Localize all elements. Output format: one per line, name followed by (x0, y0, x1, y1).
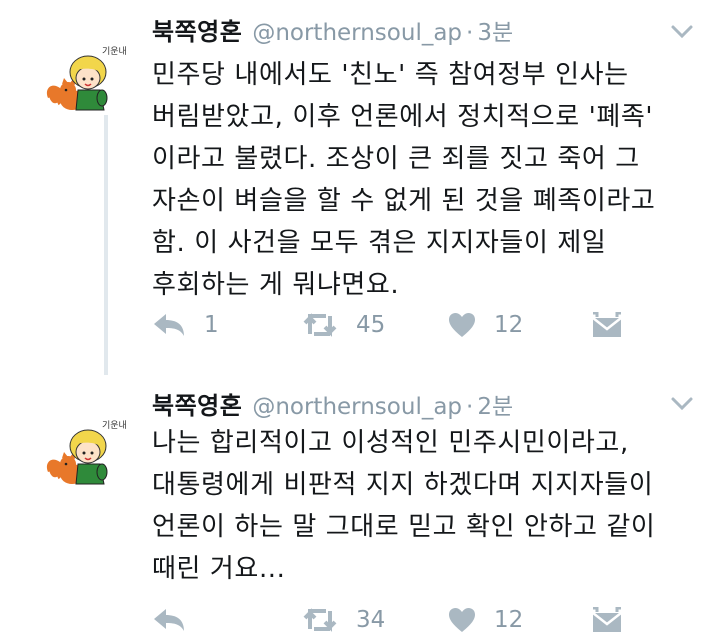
tweet-line: 버림받았고, 이후 언론에서 정치적으로 '폐족' (152, 102, 654, 132)
reply-icon (154, 609, 184, 631)
tweet-line: 민주당 내에서도 '친노' 즉 참여정부 인사는 (152, 60, 629, 90)
chevron-down-icon[interactable] (670, 396, 694, 412)
tweet-line: 후회하는 게 뭐냐면요. (152, 270, 400, 300)
tweet-line: 나는 합리적이고 이성적인 민주시민이라고, (152, 428, 629, 458)
author-name[interactable]: 북쪽영혼 (152, 18, 242, 46)
separator: · (466, 394, 474, 420)
tweet-line: 이라고 불렸다. 조상이 큰 죄를 짓고 죽어 그 (152, 144, 640, 174)
tweet-header: 북쪽영혼 @northernsoul_ap · 3분 (152, 12, 513, 48)
tweet-actions: 1 45 12 (152, 305, 682, 345)
tweet: 기운내 북쪽영혼 @northernsoul_ap · 2분 나는 합리적이고 이성적… (0, 372, 720, 644)
avatar[interactable]: 기운내 (42, 38, 127, 118)
reply-icon (154, 314, 184, 336)
tweet-actions: 34 12 (152, 600, 682, 640)
timestamp[interactable]: 2분 (477, 394, 513, 420)
chevron-down-icon[interactable] (670, 24, 694, 40)
direct-message-button[interactable] (592, 305, 622, 345)
retweet-count: 34 (356, 607, 386, 633)
retweet-button[interactable]: 34 (302, 600, 385, 640)
tweet-line: 때린 거요... (152, 554, 286, 584)
tweet: 기운내 북쪽영혼 @northernsoul_ap · 3분 민주당 내에서도 '친노… (0, 0, 720, 375)
like-icon (449, 313, 475, 337)
thread-connector-line (104, 115, 108, 375)
like-count: 12 (494, 607, 524, 633)
retweet-button[interactable]: 45 (302, 305, 385, 345)
like-button[interactable]: 12 (448, 305, 523, 345)
author-handle[interactable]: @northernsoul_ap (252, 20, 462, 46)
reply-button[interactable] (152, 600, 204, 640)
tweet-header: 북쪽영혼 @northernsoul_ap · 2분 (152, 386, 513, 422)
timestamp[interactable]: 3분 (477, 20, 513, 46)
direct-message-button[interactable] (592, 600, 622, 640)
tweet-text: 민주당 내에서도 '친노' 즉 참여정부 인사는 버림받았고, 이후 언론에서 … (152, 54, 708, 306)
retweet-icon (303, 313, 337, 337)
like-count: 12 (494, 312, 524, 338)
author-handle[interactable]: @northernsoul_ap (252, 394, 462, 420)
avatar[interactable]: 기운내 (42, 412, 127, 492)
avatar-caption: 기운내 (102, 421, 127, 431)
tweet-line: 자손이 벼슬을 할 수 없게 된 것을 폐족이라고 (152, 186, 656, 216)
tweet-text: 나는 합리적이고 이성적인 민주시민이라고, 대통령에게 비판적 지지 하겠다며… (152, 422, 708, 590)
reply-count: 1 (204, 312, 219, 338)
retweet-count: 45 (356, 312, 386, 338)
tweet-line: 대통령에게 비판적 지지 하겠다며 지지자들이 (152, 470, 654, 500)
like-button[interactable]: 12 (448, 600, 523, 640)
like-icon (449, 608, 475, 632)
retweet-icon (303, 608, 337, 632)
reply-button[interactable]: 1 (152, 305, 219, 345)
separator: · (466, 20, 474, 46)
author-name[interactable]: 북쪽영혼 (152, 392, 242, 420)
tweet-line: 함. 이 사건을 모두 겪은 지지자들이 제일 (152, 228, 607, 258)
direct-message-icon (592, 607, 622, 632)
direct-message-icon (592, 312, 622, 337)
avatar-caption: 기운내 (102, 47, 127, 57)
tweet-line: 언론이 하는 말 그대로 믿고 확인 안하고 같이 (152, 512, 656, 542)
